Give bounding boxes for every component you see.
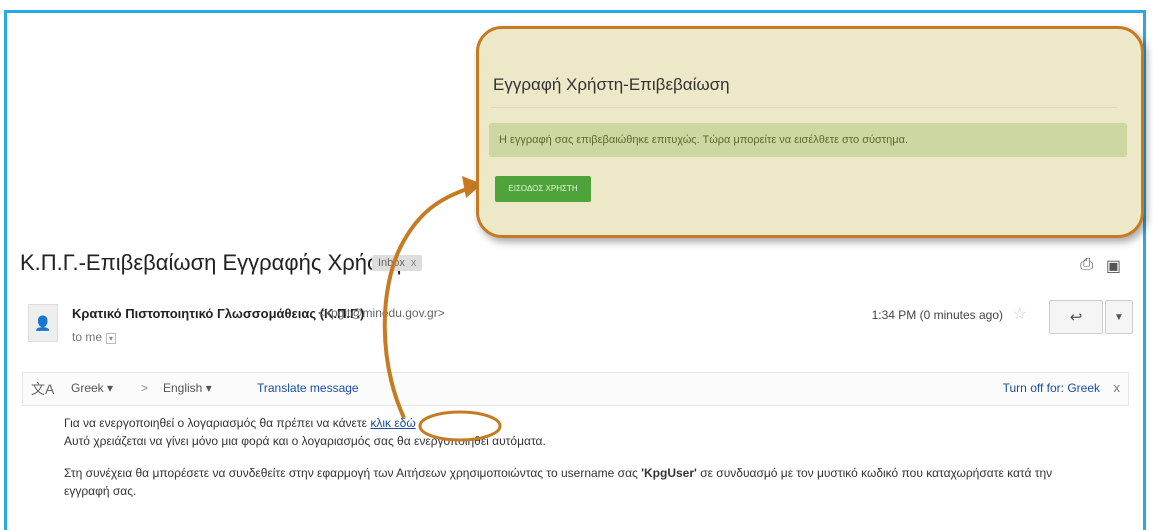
email-subject: Κ.Π.Γ.-Επιβεβαίωση Εγγραφής Χρήστη bbox=[20, 250, 402, 275]
sender-row: 👤 Κρατικό Πιστοποιητικό Γλωσσομάθειας (Κ… bbox=[20, 300, 1133, 360]
email-body: Για να ενεργοποιηθεί ο λογαριασμός θα πρ… bbox=[64, 414, 1064, 500]
recipient-text: to me bbox=[72, 330, 103, 344]
user-login-button[interactable]: ΕΙΣΟΔΟΣ ΧΡΗΣΤΗ bbox=[495, 176, 591, 202]
inbox-label[interactable]: Inbox x bbox=[372, 255, 423, 271]
activation-link[interactable]: κλικ εδώ bbox=[370, 416, 415, 430]
translate-bar: 文A Greek ▾ > English ▾ Translate message… bbox=[22, 372, 1129, 406]
body-para2-text: Στη συνέχεια θα μπορέσετε να συνδεθείτε … bbox=[64, 466, 642, 480]
username-value: 'KpgUser' bbox=[641, 466, 697, 480]
body-line-1: Για να ενεργοποιηθεί ο λογαριασμός θα πρ… bbox=[64, 414, 1064, 432]
close-translate-icon[interactable]: x bbox=[1114, 380, 1121, 395]
avatar: 👤 bbox=[28, 304, 58, 342]
turn-off-translation-link[interactable]: Turn off for: Greek bbox=[1003, 381, 1100, 395]
reply-icon: ↩ bbox=[1069, 309, 1083, 326]
star-icon[interactable]: ☆ bbox=[1013, 304, 1027, 324]
success-alert: Η εγγραφή σας επιβεβαιώθηκε επιτυχώς. Τώ… bbox=[489, 123, 1127, 157]
source-language-select[interactable]: Greek ▾ bbox=[71, 381, 113, 395]
translate-message-link[interactable]: Translate message bbox=[257, 381, 359, 395]
new-window-icon[interactable]: ▣ bbox=[1106, 256, 1121, 276]
sender-email: <kpgit@minedu.gov.gr> bbox=[318, 306, 445, 320]
body-line-1-text: Για να ενεργοποιηθεί ο λογαριασμός θα πρ… bbox=[64, 416, 371, 430]
body-line-2: Αυτό χρειάζεται να γίνει μόνο μια φορά κ… bbox=[64, 434, 546, 448]
details-dropdown-icon[interactable]: ▾ bbox=[106, 333, 117, 344]
inbox-label-text: Inbox bbox=[378, 257, 405, 269]
print-icon[interactable]: ⎙ bbox=[1080, 256, 1093, 274]
reply-button[interactable]: ↩ bbox=[1049, 300, 1103, 334]
translate-icon: 文A bbox=[31, 381, 55, 397]
recipient-line: to me ▾ bbox=[72, 330, 117, 344]
more-actions-button[interactable]: ▼ bbox=[1105, 300, 1133, 334]
body-paragraph-2: Στη συνέχεια θα μπορέσετε να συνδεθείτε … bbox=[64, 464, 1064, 500]
label-remove-icon[interactable]: x bbox=[411, 257, 417, 269]
target-language-select[interactable]: English ▾ bbox=[163, 381, 212, 395]
chevron-down-icon: ▼ bbox=[1114, 311, 1124, 323]
subject-row: Κ.Π.Γ.-Επιβεβαίωση Εγγραφής Χρήστη Inbox… bbox=[20, 250, 1133, 280]
confirmation-callout: Εγγραφή Χρήστη-Επιβεβαίωση Η εγγραφή σας… bbox=[476, 26, 1144, 238]
callout-divider bbox=[491, 107, 1117, 108]
language-arrow: > bbox=[141, 381, 149, 395]
callout-title: Εγγραφή Χρήστη-Επιβεβαίωση bbox=[493, 75, 730, 94]
email-timestamp: 1:34 PM (0 minutes ago) bbox=[871, 308, 1003, 322]
